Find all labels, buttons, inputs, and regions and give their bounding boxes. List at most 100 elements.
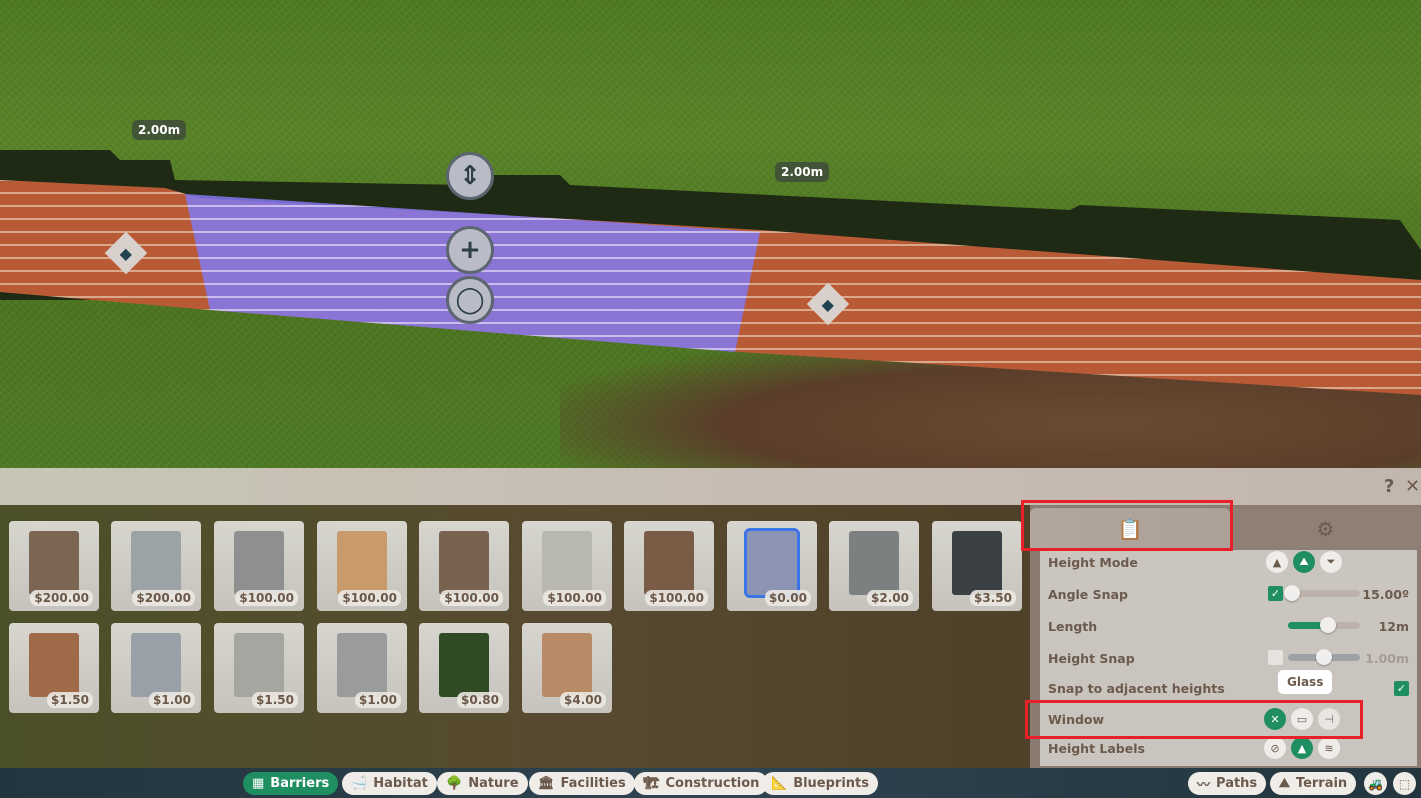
height-mode-label: Height Mode xyxy=(1048,554,1138,570)
barrier-catalog: $200.00 $200.00 $100.00 $100.00 $100.00 $100.… xyxy=(0,505,1030,768)
height-snap-slider[interactable] xyxy=(1288,649,1360,665)
category-label: Construction xyxy=(665,776,760,791)
catalog-item[interactable]: $1.50 xyxy=(9,623,99,713)
height-mode-clamp-button[interactable]: ⏷ xyxy=(1320,551,1342,573)
catalog-item[interactable]: $1.50 xyxy=(214,623,304,713)
height-snap-checkbox[interactable] xyxy=(1268,650,1283,665)
snap-adjacent-checkbox[interactable]: ✓ xyxy=(1394,681,1409,696)
category-paths[interactable]: 〰 Paths xyxy=(1188,772,1267,795)
catalog-item[interactable]: $2.00 xyxy=(829,521,919,611)
item-thumbnail xyxy=(952,531,1002,595)
category-construction[interactable]: 🏗 Construction xyxy=(634,772,769,795)
height-labels-label: Height Labels xyxy=(1048,740,1145,756)
angle-snap-value: 15.00º xyxy=(1362,587,1409,602)
item-price: $1.50 xyxy=(47,692,93,708)
gear-icon: ⚙ xyxy=(1316,517,1335,541)
height-snap-value: 1.00m xyxy=(1365,651,1409,666)
item-thumbnail xyxy=(29,633,79,697)
selection-button[interactable]: ⬚ xyxy=(1393,772,1416,795)
catalog-item[interactable]: $0.00 xyxy=(727,521,817,611)
glass-tooltip: Glass xyxy=(1278,670,1333,694)
height-mode-absolute-button[interactable]: ⛰ xyxy=(1293,551,1315,573)
add-segment-gizmo[interactable]: + xyxy=(446,226,494,274)
category-barriers[interactable]: ▦ Barriers xyxy=(243,772,339,795)
item-thumbnail xyxy=(542,531,592,595)
item-thumbnail xyxy=(644,531,694,595)
item-price: $100.00 xyxy=(235,590,298,606)
slider-knob[interactable] xyxy=(1319,617,1336,633)
angle-snap-label: Angle Snap xyxy=(1048,586,1128,602)
item-price: $2.00 xyxy=(867,590,913,606)
item-price: $4.00 xyxy=(560,692,606,708)
item-thumbnail xyxy=(234,633,284,697)
length-label: Length xyxy=(1048,618,1098,634)
game-viewport[interactable]: 2.00m 2.00m ⇕ + ◯ ◆ ◆ xyxy=(0,0,1421,468)
category-blueprints[interactable]: 📐 Blueprints xyxy=(762,772,879,795)
angle-snap-slider[interactable] xyxy=(1283,585,1360,601)
catalog-item[interactable]: $100.00 xyxy=(522,521,612,611)
category-nature[interactable]: 🌳 Nature xyxy=(437,772,528,795)
catalog-item[interactable]: $1.00 xyxy=(111,623,201,713)
item-thumbnail xyxy=(744,528,800,598)
category-facilities[interactable]: 🏛 Facilities xyxy=(529,772,635,795)
mountain-icon: ▲ xyxy=(1297,741,1307,755)
bulldozer-button[interactable]: 🚜 xyxy=(1364,772,1387,795)
bottom-category-bar: ▦ Barriers 🛁 Habitat 🌳 Nature 🏛 Facilities 🏗… xyxy=(0,768,1421,798)
category-label: Nature xyxy=(468,776,519,791)
slider-knob[interactable] xyxy=(1316,649,1332,665)
item-thumbnail xyxy=(337,531,387,595)
facilities-icon: 🏛 xyxy=(538,776,555,791)
catalog-item[interactable]: $200.00 xyxy=(111,521,201,611)
height-adjust-icon: ⇕ xyxy=(459,161,481,191)
item-thumbnail xyxy=(337,633,387,697)
rotate-gizmo[interactable]: ◯ xyxy=(446,276,494,324)
height-labels-off-button[interactable]: ⊘ xyxy=(1264,737,1286,759)
category-label: Barriers xyxy=(270,776,330,791)
catalog-item[interactable]: $100.00 xyxy=(317,521,407,611)
angle-snap-checkbox[interactable]: ✓ xyxy=(1268,586,1283,601)
item-price: $0.00 xyxy=(765,590,811,606)
prohibit-icon: ⊘ xyxy=(1270,741,1280,755)
category-terrain[interactable]: ⛰ Terrain xyxy=(1270,772,1357,795)
height-labels-terrain-button[interactable]: ▲ xyxy=(1291,737,1313,759)
item-price: $100.00 xyxy=(645,590,708,606)
item-price: $200.00 xyxy=(132,590,195,606)
help-button[interactable]: ? xyxy=(1384,476,1394,497)
item-price: $1.00 xyxy=(355,692,401,708)
category-habitat[interactable]: 🛁 Habitat xyxy=(342,772,437,795)
item-price: $100.00 xyxy=(543,590,606,606)
item-price: $0.80 xyxy=(457,692,503,708)
catalog-item[interactable]: $100.00 xyxy=(214,521,304,611)
category-label: Paths xyxy=(1216,776,1258,791)
catalog-item[interactable]: $100.00 xyxy=(624,521,714,611)
path-icon: 〰 xyxy=(1197,778,1211,793)
habitat-icon: 🛁 xyxy=(351,776,368,791)
barrier-icon: ▦ xyxy=(252,776,265,791)
item-price: $1.50 xyxy=(252,692,298,708)
length-slider[interactable] xyxy=(1288,617,1360,633)
category-label: Habitat xyxy=(373,776,428,791)
height-measurement-label: 2.00m xyxy=(132,120,187,140)
catalog-item[interactable]: $100.00 xyxy=(419,521,509,611)
slider-knob[interactable] xyxy=(1283,585,1300,601)
height-labels-water-button[interactable]: ≋ xyxy=(1318,737,1340,759)
item-price: $200.00 xyxy=(30,590,93,606)
category-label: Blueprints xyxy=(793,776,870,791)
item-price: $3.50 xyxy=(970,590,1016,606)
tab-settings[interactable]: ⚙ xyxy=(1230,508,1421,550)
bulldozer-icon: 🚜 xyxy=(1368,776,1383,791)
catalog-item[interactable]: $3.50 xyxy=(932,521,1022,611)
snap-adjacent-label: Snap to adjacent heights xyxy=(1048,680,1225,696)
item-thumbnail xyxy=(131,633,181,697)
catalog-item[interactable]: $4.00 xyxy=(522,623,612,713)
height-adjust-gizmo[interactable]: ⇕ xyxy=(446,152,494,200)
close-button[interactable]: ✕ xyxy=(1405,476,1420,497)
blueprint-icon: 📐 xyxy=(771,776,788,791)
height-mode-terrain-button[interactable]: ▲ xyxy=(1266,551,1288,573)
mountain-peak-icon: ⛰ xyxy=(1299,555,1309,568)
item-thumbnail xyxy=(439,531,489,595)
catalog-item[interactable]: $1.00 xyxy=(317,623,407,713)
catalog-item[interactable]: $200.00 xyxy=(9,521,99,611)
catalog-item[interactable]: $0.80 xyxy=(419,623,509,713)
clamp-down-icon: ⏷ xyxy=(1326,555,1336,568)
